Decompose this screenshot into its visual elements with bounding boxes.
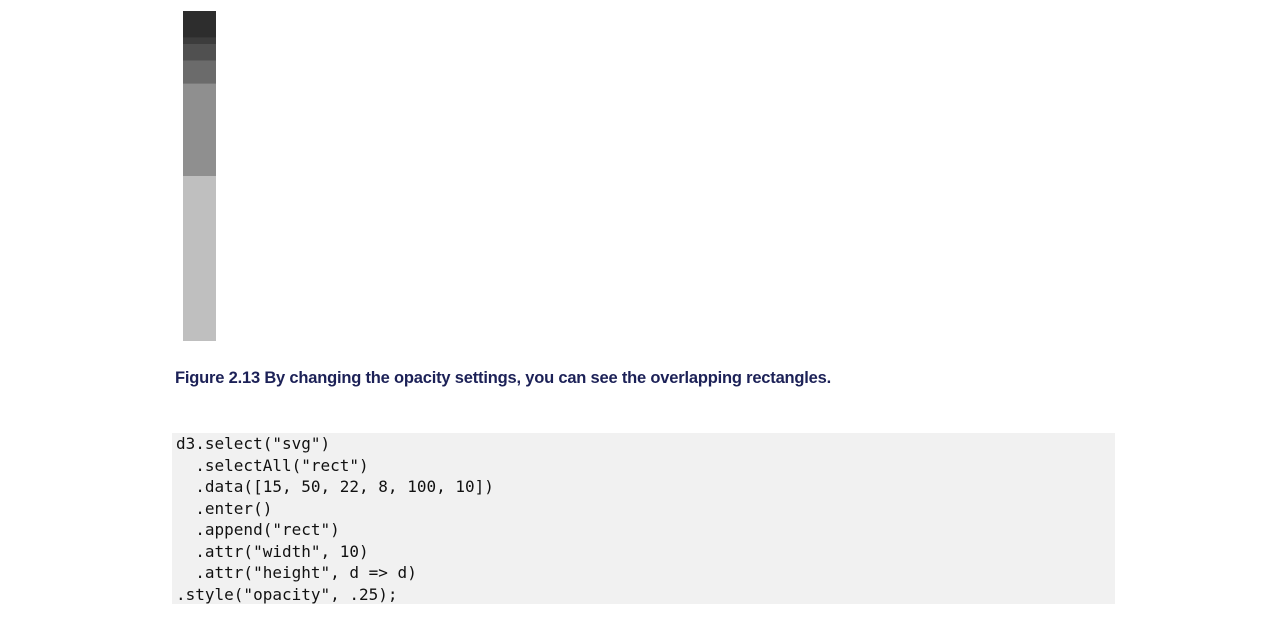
code-line: .enter(): [176, 498, 273, 518]
rectangles-group: [183, 11, 216, 341]
code-line: .style("opacity", .25);: [176, 584, 398, 604]
code-line: .data([15, 50, 22, 8, 100, 10]): [176, 477, 494, 496]
overlapping-rectangles-figure: [183, 11, 216, 341]
figure-label: Figure 2.13: [175, 369, 260, 387]
code-line: .attr("height", d => d): [176, 563, 417, 582]
opacity-rect: [183, 11, 216, 341]
code-line: .attr("width", 10): [176, 541, 369, 561]
figure-caption-text: By changing the opacity settings, you ca…: [264, 369, 832, 387]
code-line: d3.select("svg"): [176, 434, 331, 453]
code-listing: d3.select("svg") .selectAll("rect") .dat…: [172, 433, 1115, 604]
code-line: .selectAll("rect"): [176, 455, 369, 475]
code-line: .append("rect"): [176, 520, 340, 539]
figure-caption: Figure 2.13 By changing the opacity sett…: [175, 369, 831, 388]
opacity-rect: [183, 11, 216, 44]
